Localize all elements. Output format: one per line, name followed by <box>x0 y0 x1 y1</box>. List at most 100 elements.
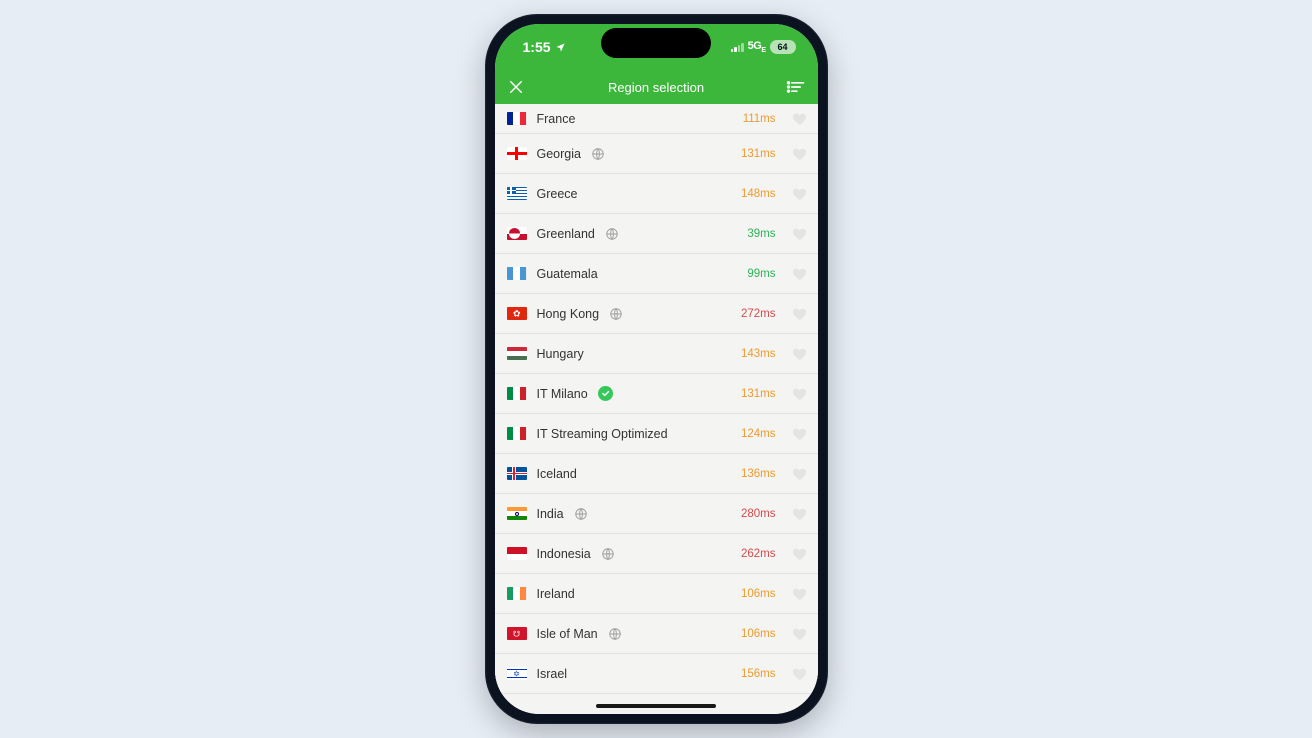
region-row[interactable]: Greenland 39ms <box>495 214 818 254</box>
region-row[interactable]: IT Streaming Optimized 124ms <box>495 414 818 454</box>
flag-icon: ✡ <box>507 667 527 680</box>
heart-icon[interactable] <box>792 506 808 522</box>
region-name: Greece <box>537 187 578 201</box>
region-name: Georgia <box>537 147 581 161</box>
latency-value: 156ms <box>741 668 776 680</box>
flag-icon <box>507 267 527 280</box>
flag-icon <box>507 467 527 480</box>
region-row[interactable]: IT Milano 131ms <box>495 374 818 414</box>
region-name: Guatemala <box>537 267 598 281</box>
heart-icon[interactable] <box>792 186 808 202</box>
globe-icon <box>574 507 588 521</box>
region-name: Hong Kong <box>537 307 600 321</box>
region-row[interactable]: France 111ms <box>495 104 818 134</box>
region-row[interactable]: ☋ Isle of Man 106ms <box>495 614 818 654</box>
heart-icon[interactable] <box>792 666 808 682</box>
status-right: 5GE 64 <box>731 40 796 54</box>
globe-icon <box>605 227 619 241</box>
flag-icon: ☋ <box>507 627 527 640</box>
phone-frame: 1:55 5GE 64 Region selection <box>485 14 828 724</box>
latency-value: 136ms <box>741 468 776 480</box>
battery-icon: 64 <box>770 40 796 54</box>
check-badge-icon <box>598 386 613 401</box>
region-name: Hungary <box>537 347 584 361</box>
region-row[interactable]: Iceland 136ms <box>495 454 818 494</box>
region-row[interactable]: Hungary 143ms <box>495 334 818 374</box>
sort-icon <box>786 80 806 94</box>
latency-value: 106ms <box>741 588 776 600</box>
signal-icon <box>731 42 744 52</box>
network-label: 5G <box>748 40 762 52</box>
region-name: France <box>537 112 576 126</box>
region-name: Isle of Man <box>537 627 598 641</box>
heart-icon[interactable] <box>792 111 808 127</box>
latency-value: 99ms <box>747 268 775 280</box>
region-name: Ireland <box>537 587 575 601</box>
flag-icon <box>507 427 527 440</box>
close-icon <box>507 78 525 96</box>
heart-icon[interactable] <box>792 626 808 642</box>
globe-icon <box>591 147 605 161</box>
latency-value: 143ms <box>741 348 776 360</box>
region-row[interactable]: Greece 148ms <box>495 174 818 214</box>
location-icon <box>555 42 566 53</box>
region-name: India <box>537 507 564 521</box>
heart-icon[interactable] <box>792 426 808 442</box>
flag-icon <box>507 227 527 240</box>
home-indicator <box>596 704 716 708</box>
flag-icon <box>507 587 527 600</box>
latency-value: 106ms <box>741 628 776 640</box>
latency-value: 39ms <box>747 228 775 240</box>
flag-icon: ✿ <box>507 307 527 320</box>
latency-value: 131ms <box>741 148 776 160</box>
region-row[interactable]: ✿ Hong Kong 272ms <box>495 294 818 334</box>
network-sub: E <box>761 47 765 54</box>
nav-bar: Region selection <box>495 70 818 104</box>
status-time: 1:55 <box>523 39 551 55</box>
region-row[interactable]: Ireland 106ms <box>495 574 818 614</box>
screen: 1:55 5GE 64 Region selection <box>495 24 818 714</box>
latency-value: 148ms <box>741 188 776 200</box>
battery-pct: 64 <box>777 42 787 52</box>
latency-value: 124ms <box>741 428 776 440</box>
heart-icon[interactable] <box>792 466 808 482</box>
region-name: Indonesia <box>537 547 591 561</box>
heart-icon[interactable] <box>792 386 808 402</box>
globe-icon <box>609 307 623 321</box>
heart-icon[interactable] <box>792 346 808 362</box>
flag-icon <box>507 147 527 160</box>
flag-icon <box>507 547 527 560</box>
dynamic-island <box>601 28 711 58</box>
flag-icon <box>507 347 527 360</box>
region-list[interactable]: France 111ms Georgia 131ms Greece 148ms Greenl… <box>495 104 818 714</box>
region-row[interactable]: Indonesia 262ms <box>495 534 818 574</box>
region-name: IT Streaming Optimized <box>537 427 668 441</box>
latency-value: 272ms <box>741 308 776 320</box>
status-left: 1:55 <box>523 39 566 55</box>
flag-icon <box>507 112 527 125</box>
latency-value: 131ms <box>741 388 776 400</box>
latency-value: 280ms <box>741 508 776 520</box>
heart-icon[interactable] <box>792 146 808 162</box>
heart-icon[interactable] <box>792 266 808 282</box>
region-row[interactable]: ✡Israel156ms <box>495 654 818 694</box>
globe-icon <box>608 627 622 641</box>
region-row[interactable]: Georgia 131ms <box>495 134 818 174</box>
region-name: IT Milano <box>537 387 588 401</box>
heart-icon[interactable] <box>792 226 808 242</box>
globe-icon <box>601 547 615 561</box>
flag-icon <box>507 187 527 200</box>
flag-icon <box>507 507 527 520</box>
heart-icon[interactable] <box>792 306 808 322</box>
region-name: Iceland <box>537 467 577 481</box>
close-button[interactable] <box>507 70 525 104</box>
latency-value: 111ms <box>743 113 776 125</box>
region-row[interactable]: India 280ms <box>495 494 818 534</box>
latency-value: 262ms <box>741 548 776 560</box>
page-title: Region selection <box>608 80 704 95</box>
region-row[interactable]: Guatemala 99ms <box>495 254 818 294</box>
heart-icon[interactable] <box>792 586 808 602</box>
region-name: Greenland <box>537 227 595 241</box>
heart-icon[interactable] <box>792 546 808 562</box>
sort-button[interactable] <box>786 70 806 104</box>
